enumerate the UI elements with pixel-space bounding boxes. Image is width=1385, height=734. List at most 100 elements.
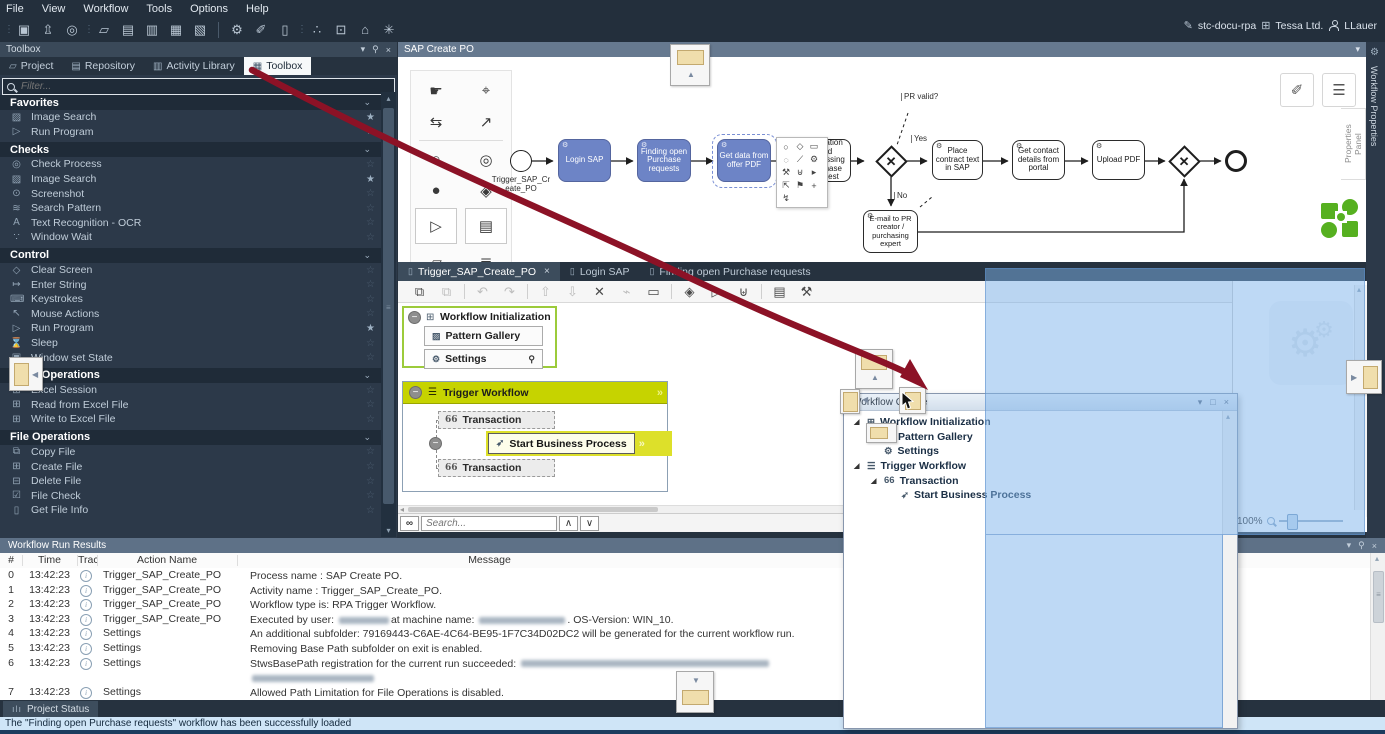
canvas-menu-list-button[interactable]: ☰ <box>1322 73 1356 107</box>
toolbox-item-sleep[interactable]: ⌛Sleep☆ <box>0 336 381 351</box>
section-header-favorites[interactable]: Favorites⌄ <box>0 95 381 110</box>
dock-guide-title-left[interactable] <box>840 389 860 414</box>
attachment-icon[interactable]: ✐ <box>249 19 273 41</box>
toolbox-item-run-program[interactable]: ▷Run Program★ <box>0 321 381 336</box>
toolbox-pin-button[interactable]: ⚲ <box>372 44 379 55</box>
context-pad-icon[interactable]: ◇ <box>793 140 807 153</box>
start-business-process-chip[interactable]: ➶ Start Business Process <box>488 433 635 454</box>
publish-icon[interactable]: ⇫ <box>36 19 60 41</box>
toolbox-item-write-to-excel-file[interactable]: ⊞Write to Excel File☆ <box>0 412 381 427</box>
deploy-icon[interactable]: ▭ <box>640 284 667 300</box>
results-pin-button[interactable]: ⚲ <box>1358 540 1365 551</box>
toolbox-item-create-file[interactable]: ⊞Create File☆ <box>0 459 381 474</box>
theme-brush-button[interactable]: ✐ <box>1280 73 1314 107</box>
task-place-contract-text[interactable]: ⚙Place contract text in SAP <box>932 140 983 180</box>
chevron-down-icon[interactable]: ⌄ <box>363 97 371 108</box>
workflow-initialization-block[interactable]: − ⊞ Workflow Initialization ▨ Pattern Ga… <box>402 306 557 368</box>
sidebar-tab-project[interactable]: ▱Project <box>0 57 62 75</box>
context-pad-icon[interactable]: + <box>807 179 821 192</box>
dock-guide-bottom[interactable]: ▼ <box>676 671 714 713</box>
toolbox-item-image-search[interactable]: ▨Image Search★ <box>0 172 381 187</box>
toolbox-item-screenshot[interactable]: ⊙Screenshot☆ <box>0 186 381 201</box>
toolbox-item-copy-file[interactable]: ⧉Copy File☆ <box>0 445 381 460</box>
menu-view[interactable]: View <box>42 3 66 15</box>
favorite-star-icon[interactable]: ☆ <box>366 352 375 363</box>
expander-icon[interactable]: ◢ <box>871 477 879 485</box>
bpmn-context-pad[interactable]: ○◇▭◌⟋⚙⚒⊎▸⇱⚑+↯ <box>776 137 828 208</box>
task-get-contact-details[interactable]: ⚙Get contact details from portal <box>1012 140 1065 180</box>
home-icon[interactable]: ⌂ <box>353 19 377 41</box>
trigger-workflow-block[interactable]: − ☰ Trigger Workflow » − 66 Transaction … <box>402 381 668 492</box>
workflow-properties-tab[interactable]: Workflow Properties <box>1369 66 1379 146</box>
favorite-star-icon[interactable]: ☆ <box>366 188 375 199</box>
toolbox-item-text-recognition-ocr[interactable]: AText Recognition - OCR☆ <box>0 216 381 231</box>
toolbox-item-check-process[interactable]: ◎Check Process☆ <box>0 157 381 172</box>
favorite-star-icon[interactable]: ★ <box>366 174 375 185</box>
favorite-star-icon[interactable]: ☆ <box>366 265 375 276</box>
document-icon[interactable]: ▦ <box>164 19 188 41</box>
collapse-icon[interactable]: − <box>409 386 422 399</box>
new-document-icon[interactable]: ▱ <box>92 19 116 41</box>
toolbox-scrollbar[interactable]: ▴ ≡ ▾ <box>381 92 396 537</box>
activity-library-icon[interactable]: ▥ <box>140 19 164 41</box>
context-pad-icon[interactable]: ▭ <box>807 140 821 153</box>
document-info-icon[interactable]: ▯ <box>273 19 297 41</box>
sidebar-tab-repository[interactable]: ▤Repository <box>62 57 144 75</box>
find-next-button[interactable]: ∨ <box>580 516 599 531</box>
column-header-action-name[interactable]: Action Name <box>97 554 237 566</box>
section-header-control[interactable]: Control⌄ <box>0 248 381 263</box>
section-header-excel-operations[interactable]: Excel Operations⌄ <box>0 368 381 383</box>
results-close-button[interactable]: × <box>1372 541 1377 551</box>
repository-icon[interactable]: ▤ <box>116 19 140 41</box>
chevron-down-icon[interactable]: ⌄ <box>363 250 371 261</box>
expander-icon[interactable]: ◢ <box>854 462 862 470</box>
favorite-star-icon[interactable]: ★ <box>366 126 375 137</box>
toolbox-item-image-search[interactable]: ▨Image Search★ <box>0 110 381 125</box>
favorite-star-icon[interactable]: ★ <box>366 323 375 334</box>
toolbox-item-enter-string[interactable]: ↦Enter String☆ <box>0 277 381 292</box>
favorite-star-icon[interactable]: ☆ <box>366 414 375 425</box>
company-name[interactable]: Tessa Ltd. <box>1275 20 1323 32</box>
favorite-star-icon[interactable]: ☆ <box>366 490 375 501</box>
toolbox-menu-button[interactable]: ▾ <box>361 44 366 55</box>
monitor-icon[interactable]: ⊡ <box>329 19 353 41</box>
column-header-message[interactable]: Message <box>237 554 742 566</box>
share-icon[interactable]: ∴ <box>305 19 329 41</box>
menu-workflow[interactable]: Workflow <box>83 3 128 15</box>
print-icon[interactable]: ▤ <box>766 284 793 300</box>
favorite-star-icon[interactable]: ☆ <box>366 203 375 214</box>
menu-help[interactable]: Help <box>246 3 269 15</box>
context-pad-icon[interactable]: ⚒ <box>779 166 793 179</box>
package-icon[interactable]: ▧ <box>188 19 212 41</box>
pattern-gallery-button[interactable]: ▨ Pattern Gallery <box>424 326 543 346</box>
scrollbar-thumb[interactable]: ≡ <box>383 108 394 504</box>
find-previous-button[interactable]: ∧ <box>559 516 578 531</box>
user-name[interactable]: LLauer <box>1344 20 1377 32</box>
column-header-[interactable]: # <box>0 554 22 566</box>
toolbox-close-button[interactable]: × <box>386 45 391 55</box>
transaction-chip[interactable]: 66 Transaction <box>438 459 555 477</box>
close-icon[interactable]: × <box>544 266 550 277</box>
toolbox-item-mouse-actions[interactable]: ↖Mouse Actions☆ <box>0 307 381 322</box>
delete-icon[interactable]: ✕ <box>586 284 613 300</box>
menu-options[interactable]: Options <box>190 3 228 15</box>
task-finding-open-purchase-requests[interactable]: ⚙Finding open Purchase requests <box>637 139 691 182</box>
results-scrollbar[interactable]: ▴ ≡ <box>1370 553 1385 700</box>
editor-tab-login-sap[interactable]: ▯Login SAP <box>560 262 640 281</box>
favorite-star-icon[interactable]: ★ <box>366 112 375 123</box>
canvas-menu-button[interactable]: ▾ <box>1355 44 1360 55</box>
run-icon[interactable]: ▷ <box>703 284 730 300</box>
toolbox-item-keystrokes[interactable]: ⌨Keystrokes☆ <box>0 292 381 307</box>
context-pad-icon[interactable]: ⚑ <box>793 179 807 192</box>
toolbox-item-delete-file[interactable]: ⊟Delete File☆ <box>0 474 381 489</box>
menu-tools[interactable]: Tools <box>146 3 172 15</box>
trigger-block-header[interactable]: − ☰ Trigger Workflow » <box>403 382 667 404</box>
save-icon[interactable]: ▣ <box>12 19 36 41</box>
context-pad-icon[interactable]: ⚙ <box>807 153 821 166</box>
scroll-up-icon[interactable]: ▴ <box>1375 554 1379 563</box>
bpmn-canvas[interactable]: ☛⌖⇆↗○◎●◈▷▤▱≣ Trigger_S <box>398 57 1366 262</box>
configure-icon[interactable]: ⚒ <box>793 284 820 300</box>
settings-icon[interactable]: ⚙ <box>225 19 249 41</box>
transaction-chip[interactable]: 66 Transaction <box>438 411 555 429</box>
task-email-to-pr-creator[interactable]: ⚙E-mail to PR creator / purchasing exper… <box>863 210 918 253</box>
